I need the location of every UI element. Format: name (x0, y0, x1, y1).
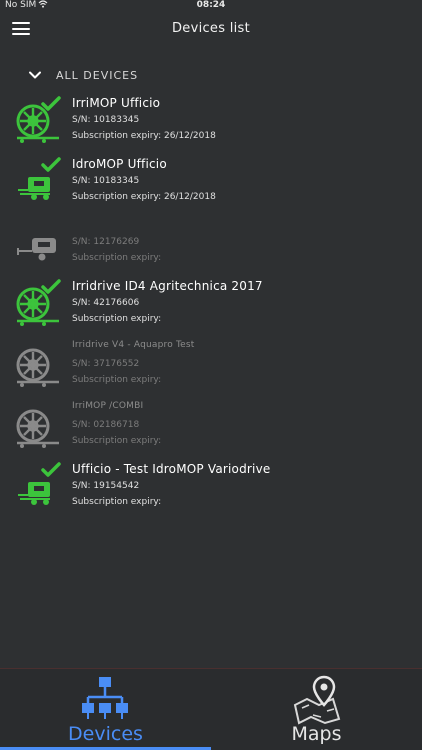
tab-devices[interactable]: Devices (0, 669, 211, 750)
chevron-down-icon (29, 71, 41, 79)
all-devices-section-toggle[interactable]: ALL DEVICES (28, 66, 138, 84)
status-bar: No SIM 08:24 (0, 0, 422, 12)
navigation-bar: Devices list (0, 14, 422, 44)
section-title: ALL DEVICES (56, 68, 139, 82)
device-subscription-expiry: Subscription expiry: (72, 497, 162, 507)
device-name: IdroMOP Ufficio (72, 157, 167, 171)
device-list-item[interactable]: IrriMOP Ufficio S/N: 10183345 Subscripti… (0, 92, 422, 153)
page-title: Devices list (171, 21, 251, 36)
device-subscription-expiry: Subscription expiry: (72, 314, 162, 324)
device-list-item[interactable]: IrriMOP /COMBI S/N: 02186718 Subscriptio… (0, 397, 422, 458)
device-serial: S/N: 10183345 (72, 115, 140, 125)
device-name: Irridrive V4 - Aquapro Test (72, 340, 195, 350)
device-serial: S/N: 19154542 (72, 481, 140, 491)
reel-icon (16, 409, 59, 448)
tab-maps-label: Maps (291, 723, 342, 745)
device-name: Ufficio - Test IdroMOP Variodrive (72, 462, 271, 476)
device-list: IrriMOP Ufficio S/N: 10183345 Subscripti… (0, 92, 422, 519)
device-serial: S/N: 12176269 (72, 237, 140, 247)
device-list-item[interactable]: Ufficio - Test IdroMOP Variodrive S/N: 1… (0, 458, 422, 519)
cart-icon (18, 462, 61, 505)
device-serial: S/N: 10183345 (72, 176, 140, 186)
clock-label: 08:24 (196, 0, 226, 10)
tab-maps[interactable]: Maps (211, 669, 422, 750)
tab-bar: Devices Maps (0, 668, 422, 750)
device-name: IrriMOP Ufficio (72, 96, 161, 110)
device-hierarchy-icon (81, 677, 128, 719)
reel-icon (16, 348, 59, 387)
device-list-item[interactable]: Irridrive ID4 Agritechnica 2017 S/N: 421… (0, 275, 422, 336)
device-subscription-expiry: Subscription expiry: 26/12/2018 (72, 192, 216, 202)
device-serial: S/N: 37176552 (72, 359, 140, 369)
device-subscription-expiry: Subscription expiry: (72, 375, 162, 385)
device-subscription-expiry: Subscription expiry: (72, 436, 162, 446)
device-name: Irridrive ID4 Agritechnica 2017 (72, 279, 263, 293)
tab-devices-label: Devices (68, 723, 143, 745)
cart-icon (18, 157, 61, 200)
trailer-icon (17, 238, 56, 261)
device-list-item[interactable]: IdroMOP Ufficio S/N: 10183345 Subscripti… (0, 153, 422, 214)
device-list-item[interactable]: Irridrive V4 - Aquapro Test S/N: 3717655… (0, 336, 422, 397)
device-serial: S/N: 42176606 (72, 298, 140, 308)
device-subscription-expiry: Subscription expiry: 26/12/2018 (72, 131, 216, 141)
device-name: IrriMOP /COMBI (72, 401, 144, 411)
reel-icon (16, 96, 61, 143)
device-name (72, 218, 161, 234)
device-subscription-expiry: Subscription expiry: (72, 253, 162, 263)
device-serial: S/N: 02186718 (72, 420, 140, 430)
map-pin-icon (293, 675, 340, 725)
device-list-item[interactable]: S/N: 12176269 Subscription expiry: (0, 214, 422, 275)
reel-icon (16, 279, 61, 326)
